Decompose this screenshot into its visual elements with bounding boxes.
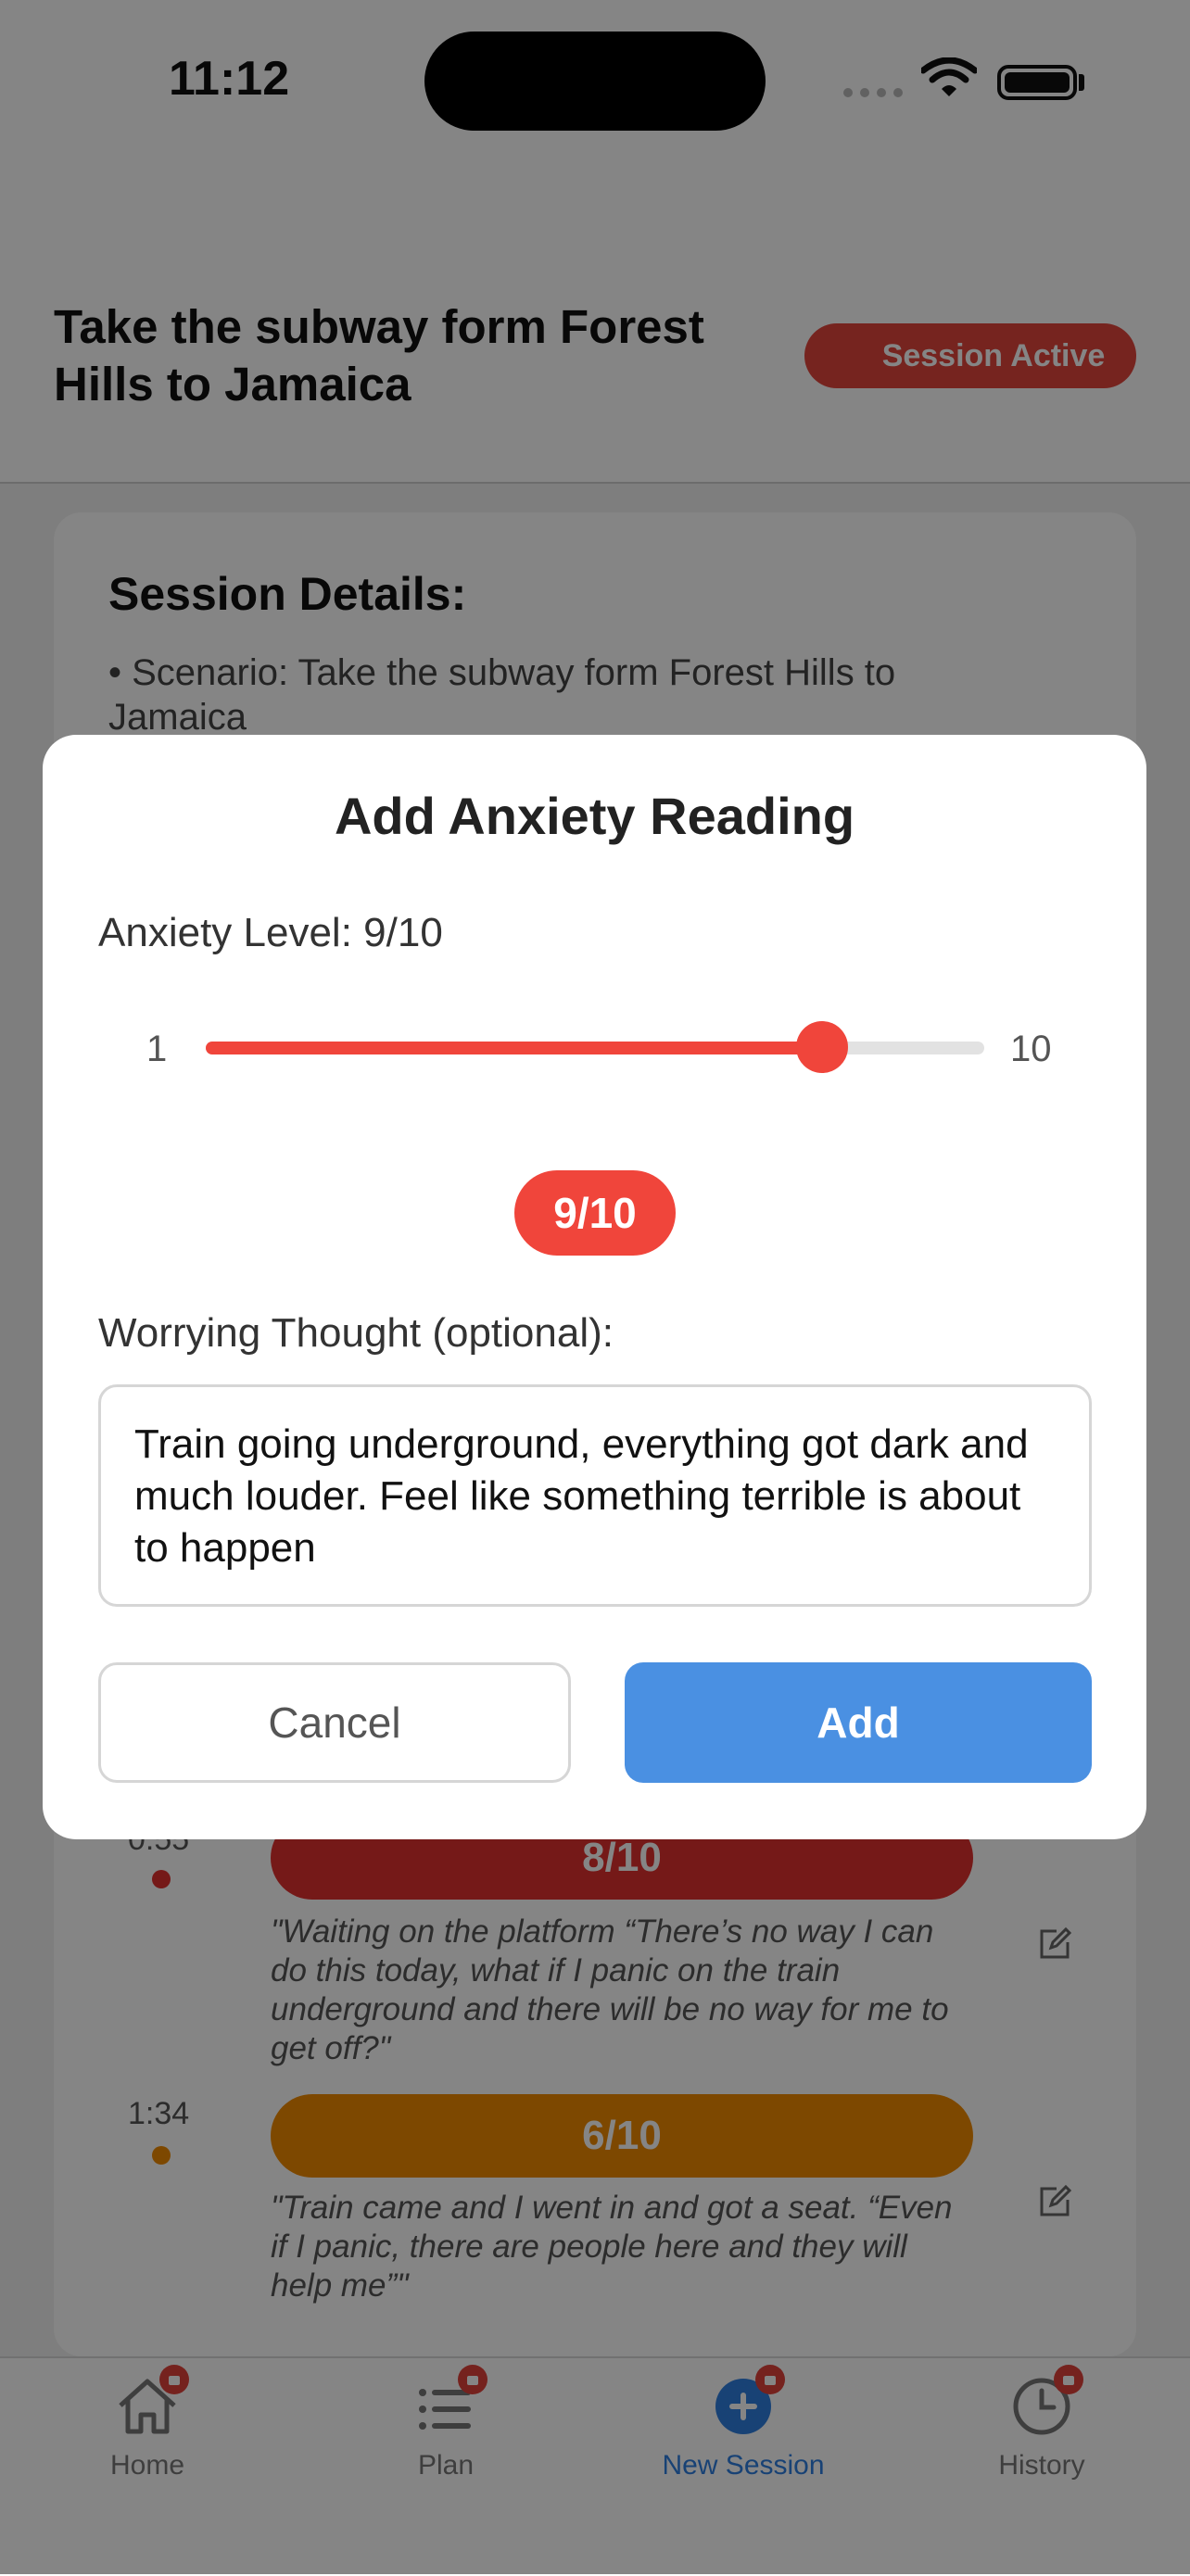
cancel-button[interactable]: Cancel [98, 1662, 571, 1783]
anxiety-value-badge: 9/10 [514, 1170, 676, 1256]
anxiety-level-label: Anxiety Level: 9/10 [98, 910, 443, 955]
slider-min-label: 1 [146, 1029, 168, 1069]
worrying-thought-textarea[interactable]: Train going underground, everything got … [98, 1384, 1092, 1607]
worrying-thought-label: Worrying Thought (optional): [98, 1310, 614, 1356]
add-button[interactable]: Add [625, 1662, 1092, 1783]
slider-thumb[interactable] [795, 1021, 848, 1073]
dialog-title: Add Anxiety Reading [334, 787, 855, 845]
slider-max-label: 10 [1010, 1029, 1052, 1069]
slider-fill [206, 1042, 822, 1054]
